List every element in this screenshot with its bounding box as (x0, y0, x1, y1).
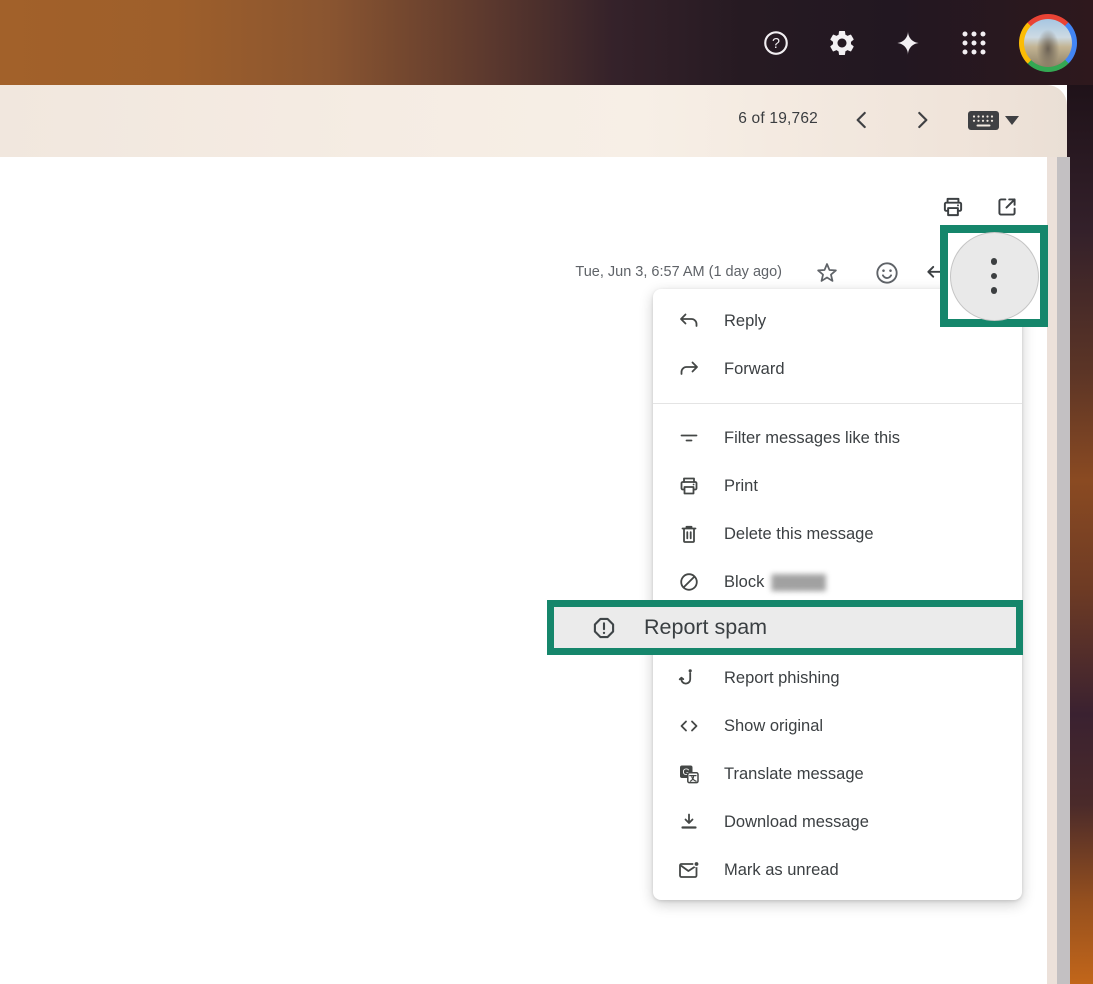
profile-avatar[interactable] (1019, 14, 1077, 72)
annotation-box-report-spam[interactable]: Report spam (547, 600, 1023, 655)
translate-icon: G (677, 762, 701, 786)
print-icon[interactable] (940, 194, 968, 222)
reply-icon (677, 309, 701, 333)
print-icon (677, 474, 701, 498)
menu-item-label: Filter messages like this (724, 429, 900, 448)
dropdown-arrow-icon[interactable] (1005, 116, 1019, 125)
avatar-photo (1024, 19, 1072, 67)
menu-item-download[interactable]: Download message (653, 798, 1022, 846)
menu-item-translate[interactable]: G Translate message (653, 750, 1022, 798)
annotation-box-more-options (940, 225, 1048, 327)
forward-icon (677, 357, 701, 381)
menu-item-label: Forward (724, 360, 785, 379)
svg-text:?: ? (772, 36, 780, 52)
keyboard-icon[interactable] (966, 108, 1002, 134)
download-icon (677, 810, 701, 834)
menu-item-show-original[interactable]: Show original (653, 702, 1022, 750)
star-icon[interactable] (813, 259, 841, 287)
context-menu: Reply Forward Filter messages like this Pri… (653, 289, 1022, 900)
wallpaper-right-strip (1067, 85, 1093, 984)
more-vert-icon (991, 258, 998, 265)
menu-item-label: Reply (724, 312, 766, 331)
chevron-left-icon[interactable] (849, 107, 875, 133)
redacted-sender-name: ██████ (771, 574, 825, 590)
menu-item-block-sender[interactable]: Block ██████ (653, 558, 1022, 606)
menu-item-label: Report phishing (724, 669, 840, 688)
apps-grid-icon[interactable] (953, 22, 995, 64)
menu-item-label: Delete this message (724, 525, 874, 544)
menu-item-label: Mark as unread (724, 861, 839, 880)
menu-item-mark-unread[interactable]: Mark as unread (653, 846, 1022, 894)
chevron-right-icon[interactable] (909, 107, 935, 133)
menu-item-label: Translate message (724, 765, 864, 784)
gemini-sparkle-icon[interactable] (887, 22, 929, 64)
menu-item-report-phishing[interactable]: Report phishing (653, 654, 1022, 702)
settings-gear-icon[interactable] (821, 22, 863, 64)
block-icon (677, 570, 701, 594)
more-options-button[interactable] (950, 232, 1039, 321)
open-in-new-icon[interactable] (994, 194, 1022, 222)
filter-icon (677, 426, 701, 450)
menu-item-label: Show original (724, 717, 823, 736)
panel-gutter (1047, 157, 1057, 984)
menu-item-filter-messages[interactable]: Filter messages like this (653, 414, 1022, 462)
gmail-toolbar-strip (0, 85, 1067, 157)
menu-divider (653, 403, 1022, 404)
report-spam-label: Report spam (644, 615, 767, 640)
mark-unread-icon (677, 858, 701, 882)
menu-item-label: Print (724, 477, 758, 496)
menu-item-forward[interactable]: Forward (653, 345, 1022, 393)
phishing-icon (677, 666, 701, 690)
pagination-count: 6 of 19,762 (632, 110, 818, 128)
delete-icon (677, 522, 701, 546)
menu-item-label: Download message (724, 813, 869, 832)
emoji-icon[interactable] (873, 259, 901, 287)
menu-item-label: Block (724, 573, 764, 592)
code-icon (677, 714, 701, 738)
help-icon[interactable]: ? (755, 22, 797, 64)
report-spam-icon (590, 614, 618, 642)
message-timestamp: Tue, Jun 3, 6:57 AM (1 day ago) (470, 264, 782, 280)
scrollbar[interactable] (1057, 157, 1070, 984)
menu-item-delete-message[interactable]: Delete this message (653, 510, 1022, 558)
topbar-icons: ? (755, 0, 1077, 85)
menu-item-print[interactable]: Print (653, 462, 1022, 510)
